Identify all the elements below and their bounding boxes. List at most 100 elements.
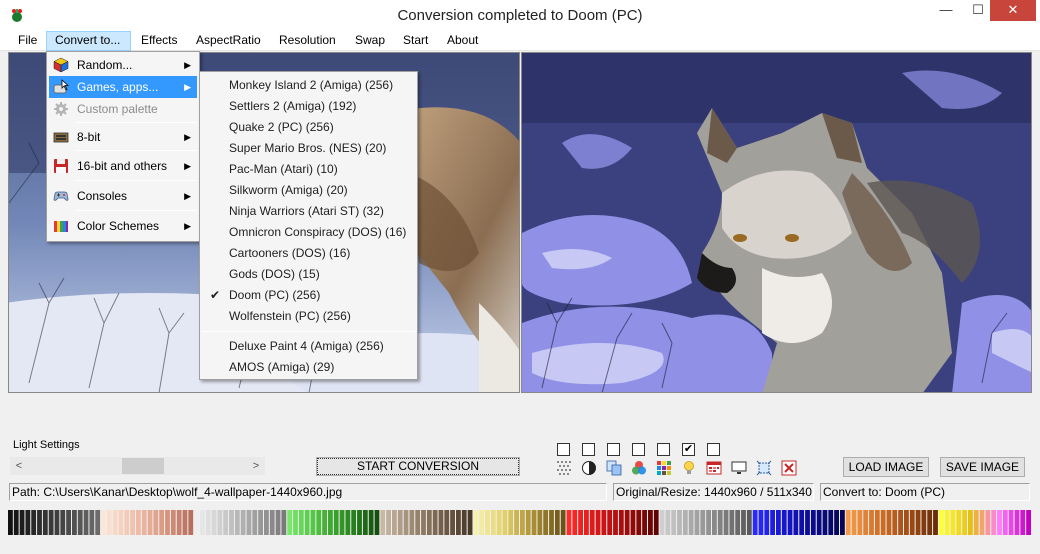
rgb-circles-icon[interactable]	[631, 460, 647, 476]
monitor-icon[interactable]	[731, 460, 747, 476]
palette-swatch	[438, 510, 444, 535]
submenu-item-amos[interactable]: AMOS (Amiga) (29)	[202, 357, 415, 378]
menu-separator	[75, 122, 197, 123]
menu-about[interactable]: About	[439, 31, 486, 51]
menu-start[interactable]: Start	[395, 31, 436, 51]
submenu-item-wolfenstein[interactable]: Wolfenstein (PC) (256)	[202, 306, 415, 327]
submenu-item-silkworm[interactable]: Silkworm (Amiga) (20)	[202, 180, 415, 201]
palette-swatch	[485, 510, 490, 535]
menu-convert-to[interactable]: Convert to...	[46, 31, 131, 51]
submenu-item-deluxe-paint-4[interactable]: Deluxe Paint 4 (Amiga) (256)	[202, 336, 415, 357]
copy-icon[interactable]	[606, 460, 622, 476]
palette-swatch	[339, 510, 345, 535]
crop-icon[interactable]	[756, 460, 772, 476]
palette-swatch	[95, 510, 101, 535]
palette-swatch	[1026, 510, 1031, 535]
palette-swatch	[426, 510, 432, 535]
palette-swatch	[37, 510, 42, 535]
menu-separator	[75, 210, 197, 211]
submenu-item-doom[interactable]: ✔ Doom (PC) (256)	[202, 285, 415, 306]
scroll-right-arrow[interactable]: >	[247, 457, 265, 475]
menu-resolution[interactable]: Resolution	[271, 31, 344, 51]
submenu-item-quake-2[interactable]: Quake 2 (PC) (256)	[202, 117, 415, 138]
rubik-cube-icon	[53, 57, 69, 73]
light-settings-label: Light Settings	[13, 439, 80, 451]
palette-swatch	[269, 510, 275, 535]
menu-item-games-apps[interactable]: Games, apps... ▶	[49, 76, 197, 98]
menu-effects[interactable]: Effects	[133, 31, 185, 51]
light-settings-slider[interactable]: < >	[10, 457, 265, 475]
option-checkbox-3[interactable]	[607, 443, 620, 456]
contrast-icon[interactable]	[581, 460, 597, 476]
palette-swatch	[200, 510, 205, 535]
minimize-button[interactable]: —	[930, 0, 962, 21]
palette-swatch	[601, 510, 607, 535]
close-image-icon[interactable]	[781, 460, 797, 476]
color-grid-icon[interactable]	[656, 460, 672, 476]
palette-swatch	[874, 510, 880, 535]
start-conversion-button[interactable]: START CONVERSION	[316, 457, 520, 476]
close-button[interactable]: ✕	[990, 0, 1036, 21]
palette-swatch	[927, 510, 933, 535]
palette-swatch	[554, 510, 560, 535]
menu-item-color-schemes[interactable]: Color Schemes ▶	[49, 215, 197, 237]
palette-swatch	[1020, 510, 1026, 535]
load-image-button[interactable]: LOAD IMAGE	[843, 457, 929, 477]
palette-swatch	[636, 510, 642, 535]
menu-item-label: 8-bit	[77, 130, 101, 144]
palette-swatch	[141, 510, 147, 535]
option-checkbox-6[interactable]: ✔	[682, 443, 695, 456]
lightbulb-icon[interactable]	[681, 460, 697, 476]
submenu-item-settlers-2[interactable]: Settlers 2 (Amiga) (192)	[202, 96, 415, 117]
submenu-item-ninja-warriors[interactable]: Ninja Warriors (Atari ST) (32)	[202, 201, 415, 222]
menu-aspect-ratio[interactable]: AspectRatio	[188, 31, 269, 51]
palette-swatch	[735, 510, 741, 535]
menu-item-16bit[interactable]: 16-bit and others ▶	[49, 155, 197, 177]
palette-swatch	[31, 510, 37, 535]
palette-swatch	[264, 510, 269, 535]
submenu-item-gods[interactable]: Gods (DOS) (15)	[202, 264, 415, 285]
palette-swatch	[840, 510, 845, 535]
palette-swatch	[287, 510, 293, 535]
palette-swatch	[48, 510, 54, 535]
menu-item-8bit[interactable]: 8-bit ▶	[49, 126, 197, 148]
palette-swatch	[246, 510, 252, 535]
option-checkbox-4[interactable]	[632, 443, 645, 456]
menu-file[interactable]: File	[10, 31, 45, 51]
menu-item-random[interactable]: Random... ▶	[49, 54, 197, 76]
slider-thumb[interactable]	[122, 458, 164, 474]
scroll-left-arrow[interactable]: <	[10, 457, 28, 475]
save-image-button[interactable]: SAVE IMAGE	[940, 457, 1025, 477]
palette-swatch	[933, 510, 938, 535]
palette-swatch	[368, 510, 374, 535]
option-checkbox-5[interactable]	[657, 443, 670, 456]
submenu-item-cartooners[interactable]: Cartooners (DOS) (16)	[202, 243, 415, 264]
submenu-item-omnicron-conspiracy[interactable]: Omnicron Conspiracy (DOS) (16)	[202, 222, 415, 243]
option-checkbox-2[interactable]	[582, 443, 595, 456]
menu-swap[interactable]: Swap	[347, 31, 393, 51]
palette-swatch	[822, 510, 828, 535]
submenu-item-pac-man[interactable]: Pac-Man (Atari) (10)	[202, 159, 415, 180]
palette-swatch	[572, 510, 578, 535]
palette-swatch	[671, 510, 677, 535]
dither-icon[interactable]	[556, 460, 572, 476]
palette-swatch	[147, 510, 153, 535]
palette-swatch	[997, 510, 1002, 535]
menu-item-consoles[interactable]: Consoles ▶	[49, 185, 197, 207]
option-checkbox-1[interactable]	[557, 443, 570, 456]
palette-swatch	[857, 510, 863, 535]
menu-item-custom-palette[interactable]: Custom palette	[49, 98, 197, 120]
palette-swatch	[473, 510, 479, 535]
palette-swatch	[729, 510, 735, 535]
submenu-arrow-icon: ▶	[184, 132, 191, 142]
checkmark-icon: ✔	[210, 288, 221, 302]
palette-swatch	[752, 510, 758, 535]
status-path: Path: C:\Users\Kanar\Desktop\wolf_4-wall…	[9, 483, 607, 501]
submenu-item-monkey-island-2[interactable]: Monkey Island 2 (Amiga) (256)	[202, 75, 415, 96]
submenu-arrow-icon: ▶	[184, 191, 191, 201]
option-checkbox-7[interactable]	[707, 443, 720, 456]
palette-window-icon[interactable]	[706, 460, 722, 476]
submenu-separator	[202, 331, 415, 332]
palette-swatch	[694, 510, 700, 535]
submenu-item-super-mario-bros[interactable]: Super Mario Bros. (NES) (20)	[202, 138, 415, 159]
